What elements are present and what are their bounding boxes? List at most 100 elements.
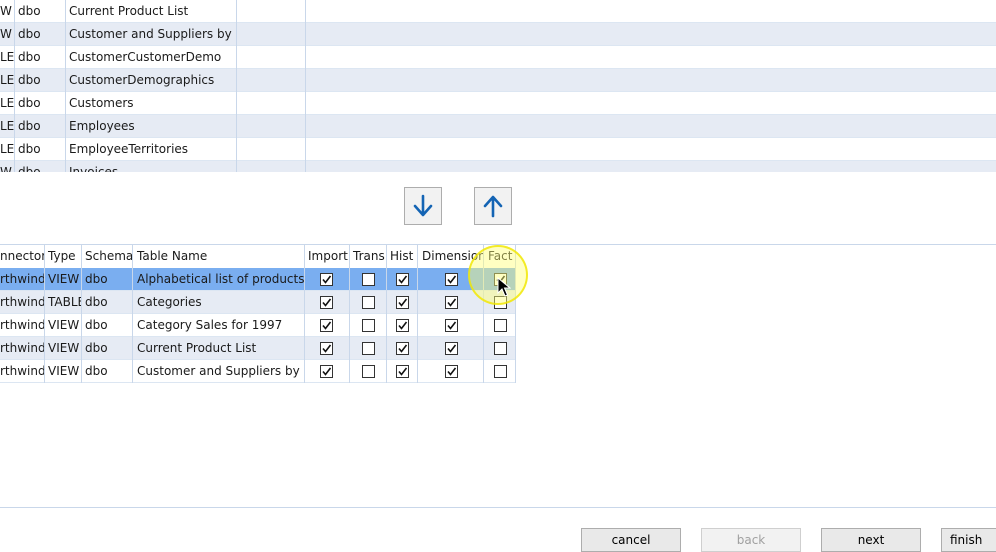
- checkmark-icon: [322, 367, 332, 376]
- column-divider: [304, 245, 305, 383]
- table-row[interactable]: LE dbo CustomerDemographics: [0, 69, 996, 92]
- header-connector[interactable]: nnector: [0, 245, 44, 268]
- import-checkbox[interactable]: [320, 273, 333, 286]
- header-table-name[interactable]: Table Name: [134, 245, 304, 268]
- table-row[interactable]: LE dbo CustomerCustomerDemo: [0, 46, 996, 69]
- cell-connector: rthwind: [0, 272, 44, 286]
- checkmark-icon: [322, 298, 332, 307]
- table-row[interactable]: rthwind TABLE dbo Categories: [0, 291, 516, 314]
- cell-connector: rthwind: [0, 364, 44, 378]
- table-row[interactable]: Wdbo Customer and Suppliers by City: [0, 23, 996, 46]
- cell-type: LE: [0, 73, 14, 87]
- cell-schema: dbo: [18, 142, 41, 156]
- cell-name: CustomerCustomerDemo: [69, 50, 222, 64]
- column-divider: [44, 245, 45, 383]
- column-divider: [349, 245, 350, 383]
- cell-name: Categories: [137, 295, 202, 309]
- hist-checkbox[interactable]: [396, 342, 409, 355]
- cell-name: Alphabetical list of products: [137, 272, 304, 286]
- cell-name: Customers: [69, 96, 134, 110]
- move-up-button[interactable]: [474, 187, 512, 225]
- hist-checkbox[interactable]: [396, 319, 409, 332]
- trans-checkbox[interactable]: [362, 365, 375, 378]
- table-row[interactable]: Wdbo Invoices: [0, 161, 996, 172]
- cancel-button[interactable]: cancel: [581, 528, 681, 552]
- column-divider: [305, 0, 306, 172]
- table-row[interactable]: rthwind VIEW dbo Category Sales for 1997: [0, 314, 516, 337]
- fact-checkbox[interactable]: [494, 319, 507, 332]
- dimension-checkbox[interactable]: [445, 296, 458, 309]
- cell-schema: dbo: [85, 272, 108, 286]
- dimension-checkbox[interactable]: [445, 365, 458, 378]
- header-hist[interactable]: Hist: [387, 245, 417, 268]
- header-import[interactable]: Import: [305, 245, 349, 268]
- move-down-button[interactable]: [404, 187, 442, 225]
- import-checkbox[interactable]: [320, 342, 333, 355]
- import-checkbox[interactable]: [320, 319, 333, 332]
- trans-checkbox[interactable]: [362, 273, 375, 286]
- cell-schema: dbo: [18, 4, 41, 18]
- arrow-up-icon: [483, 195, 503, 218]
- import-checkbox[interactable]: [320, 296, 333, 309]
- trans-checkbox[interactable]: [362, 342, 375, 355]
- cell-name: EmployeeTerritories: [69, 142, 189, 156]
- mouse-pointer-icon: [497, 277, 511, 297]
- checkmark-icon: [322, 344, 332, 353]
- header-type[interactable]: Type: [45, 245, 81, 268]
- checkmark-icon: [447, 275, 457, 284]
- cell-name: CustomerDemographics: [69, 73, 215, 87]
- trans-checkbox[interactable]: [362, 319, 375, 332]
- table-row[interactable]: rthwind VIEW dbo Alphabetical list of produ…: [0, 268, 516, 291]
- table-row[interactable]: LE dbo EmployeeTerritories: [0, 138, 996, 161]
- arrow-down-icon: [413, 194, 433, 217]
- cell-connector: rthwind: [0, 295, 44, 309]
- table-row[interactable]: LE dbo Employees: [0, 115, 996, 138]
- dimension-checkbox[interactable]: [445, 319, 458, 332]
- dimension-checkbox[interactable]: [445, 342, 458, 355]
- header-trans[interactable]: Trans: [350, 245, 386, 268]
- cell-name: Category Sales for 1997: [137, 318, 283, 332]
- cell-type: VIEW: [48, 272, 80, 286]
- cell-type: VIEW: [48, 341, 80, 355]
- column-divider: [236, 0, 237, 172]
- cell-type: W: [0, 165, 12, 172]
- checkmark-icon: [447, 298, 457, 307]
- header-schema[interactable]: Schema: [82, 245, 132, 268]
- checkmark-icon: [447, 321, 457, 330]
- fact-checkbox[interactable]: [494, 342, 507, 355]
- dimension-checkbox[interactable]: [445, 273, 458, 286]
- cell-name: Invoices: [69, 165, 119, 172]
- fact-checkbox[interactable]: [494, 365, 507, 378]
- grid-header: nnector Type Schema Table Name Import Tr…: [0, 245, 516, 268]
- hist-checkbox[interactable]: [396, 296, 409, 309]
- table-row[interactable]: LE dbo Customers: [0, 92, 996, 115]
- table-row[interactable]: Wdbo Current Product List: [0, 0, 996, 23]
- cell-type: VIEW: [48, 318, 80, 332]
- back-button[interactable]: back: [701, 528, 801, 552]
- checkmark-icon: [322, 275, 332, 284]
- trans-checkbox[interactable]: [362, 296, 375, 309]
- cell-schema: dbo: [18, 50, 41, 64]
- column-divider: [386, 245, 387, 383]
- table-row[interactable]: rthwind VIEW dbo Customer and Suppliers by …: [0, 360, 516, 383]
- checkmark-icon: [398, 298, 408, 307]
- column-divider: [14, 0, 15, 172]
- checkmark-icon: [447, 344, 457, 353]
- finish-button[interactable]: finish: [941, 528, 996, 552]
- import-checkbox[interactable]: [320, 365, 333, 378]
- column-divider: [65, 0, 66, 172]
- cell-schema: dbo: [85, 364, 108, 378]
- source-table-list[interactable]: Wdbo Current Product List Wdbo Customer and…: [0, 0, 996, 172]
- next-button[interactable]: next: [821, 528, 921, 552]
- cell-name: Customer and Suppliers by City: [69, 27, 236, 41]
- cell-schema: dbo: [18, 73, 41, 87]
- cell-schema: dbo: [18, 165, 41, 172]
- checkmark-icon: [398, 367, 408, 376]
- cell-type: LE: [0, 142, 14, 156]
- hist-checkbox[interactable]: [396, 273, 409, 286]
- column-divider: [417, 245, 418, 383]
- cell-type: W: [0, 4, 12, 18]
- table-row[interactable]: rthwind VIEW dbo Current Product List: [0, 337, 516, 360]
- hist-checkbox[interactable]: [396, 365, 409, 378]
- cell-name: Current Product List: [137, 341, 257, 355]
